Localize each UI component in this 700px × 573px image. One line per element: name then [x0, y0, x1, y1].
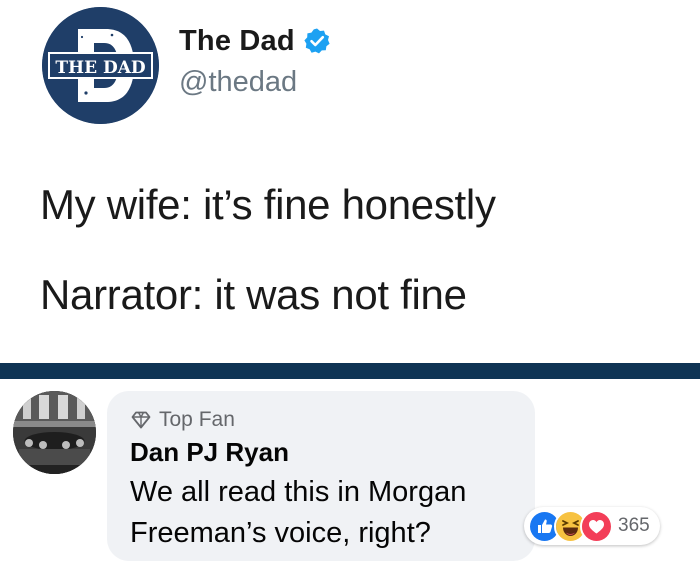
display-name[interactable]: The Dad [179, 25, 295, 58]
divider [0, 363, 700, 379]
top-fan-badge: Top Fan [131, 408, 235, 432]
comment-bubble: Top Fan Dan PJ Ryan We all read this in … [107, 391, 535, 561]
comment-text-line: We all read this in Morgan [130, 476, 467, 508]
tweet-text-line: My wife: it’s fine honestly [40, 181, 496, 228]
love-icon [580, 509, 613, 543]
commenter-avatar[interactable] [13, 391, 96, 474]
avatar-text: THE DAD [55, 58, 146, 78]
reactions-summary[interactable]: 365 [524, 507, 660, 545]
tweet-card: THE DAD The Dad @thedad My wife: it’s fi… [0, 0, 700, 363]
tweet-header: The Dad [179, 24, 331, 58]
commenter-name[interactable]: Dan PJ Ryan [130, 437, 289, 468]
badge-label: Top Fan [159, 408, 235, 431]
reaction-count: 365 [618, 515, 650, 536]
tweet-text-line: Narrator: it was not fine [40, 271, 467, 318]
diamond-icon [131, 411, 151, 429]
the-dad-avatar[interactable]: THE DAD [42, 7, 159, 124]
verified-badge-icon [303, 27, 331, 55]
comment-text: We all read this in Morgan Freeman’s voi… [130, 472, 520, 554]
handle[interactable]: @thedad [179, 66, 297, 99]
comment-text-line: Freeman’s voice, right? [130, 517, 431, 549]
screenshot: THE DAD The Dad @thedad My wife: it’s fi… [0, 0, 700, 573]
